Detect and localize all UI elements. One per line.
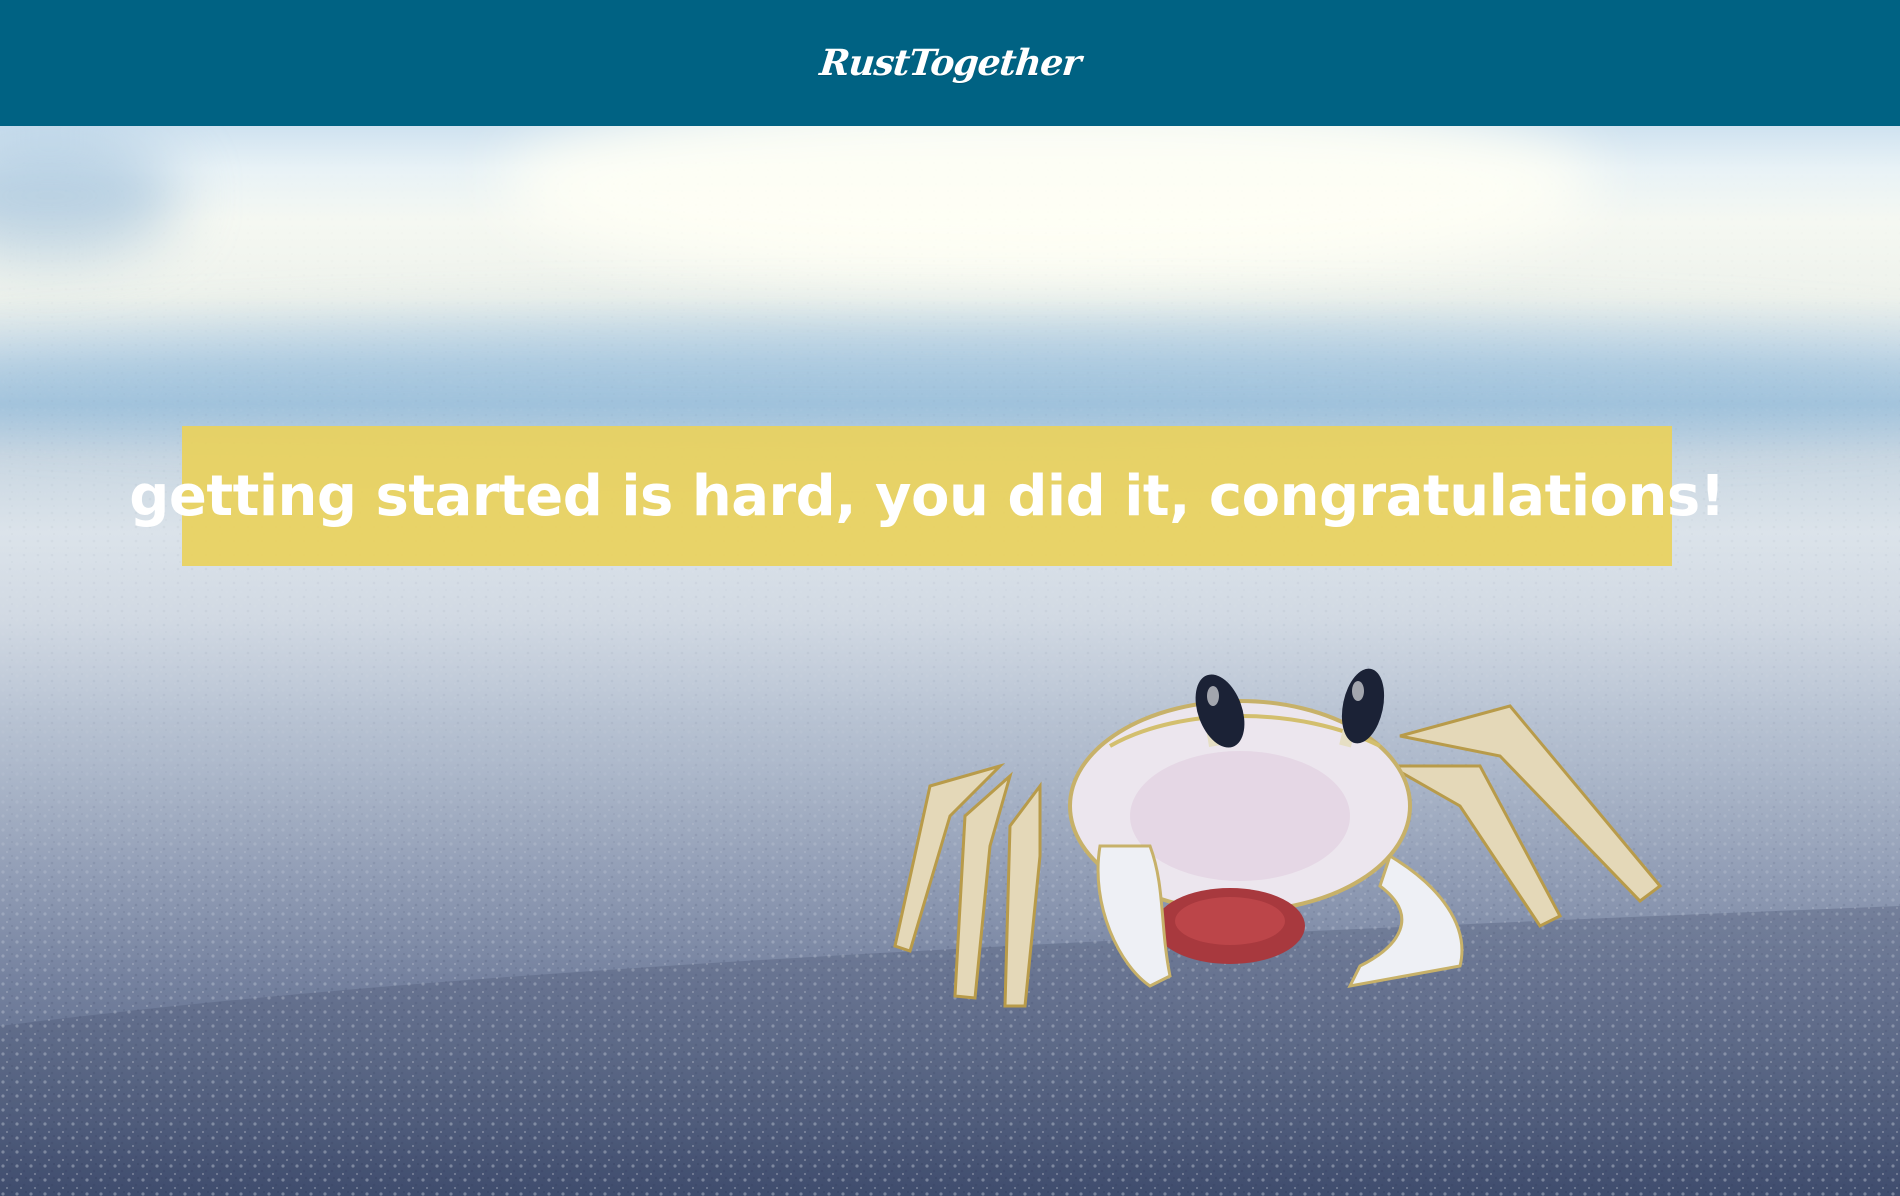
top-navigation-bar: RustTogether — [0, 0, 1900, 126]
hero-section: getting started is hard, you did it, con… — [0, 126, 1900, 1196]
site-logo[interactable]: RustTogether — [818, 42, 1083, 84]
page: RustTogether getting started is hard, yo… — [0, 0, 1900, 1196]
crab-illustration — [893, 668, 1663, 1008]
crab-legs-left — [893, 762, 1042, 1008]
congratulations-banner: getting started is hard, you did it, con… — [129, 426, 1725, 566]
banner-message: getting started is hard, you did it, con… — [129, 463, 1725, 529]
